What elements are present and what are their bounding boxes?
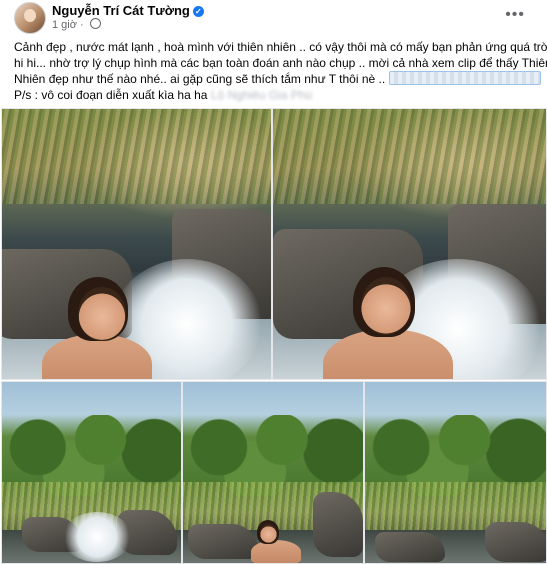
rock — [313, 492, 363, 557]
author-name-row: Nguyễn Trí Cát Tường ✓ — [52, 3, 204, 18]
globe-icon — [89, 18, 101, 29]
post-photo[interactable] — [364, 381, 547, 564]
blurred-link — [388, 71, 541, 85]
post-text-line: P/s : vô coi đoạn diễn xuất kìa ha ha Lộ… — [14, 87, 313, 102]
verified-badge-icon: ✓ — [192, 6, 204, 17]
person-face — [78, 287, 126, 341]
post-photo[interactable] — [272, 108, 547, 380]
person-face — [361, 277, 411, 335]
rock — [375, 532, 445, 562]
post-photo[interactable] — [1, 381, 182, 564]
post-text-line: Cảnh đẹp , nước mát lạnh , hoà mình với … — [14, 40, 547, 54]
post-header: Nguyễn Trí Cát Tường ✓ 1 giờ · ••• — [0, 0, 547, 36]
author-name[interactable]: Nguyễn Trí Cát Tường — [52, 3, 190, 18]
water-splash — [62, 512, 132, 562]
post-text-line: Nhiên đẹp như thế nào nhé.. ai gặp cũng … — [14, 71, 541, 88]
post-time[interactable]: 1 giờ — [52, 19, 77, 31]
rock — [485, 522, 546, 562]
post-meta: 1 giờ · — [52, 18, 101, 31]
person — [251, 540, 301, 563]
post-photo[interactable] — [1, 108, 272, 380]
person-face — [260, 524, 277, 543]
post-text-line: hi hi... nhờ trợ lý chụp hình mà các bạn… — [14, 55, 547, 70]
grass-background — [2, 109, 271, 204]
post-photo[interactable] — [182, 381, 364, 564]
author-avatar[interactable] — [14, 2, 46, 34]
grass-background — [273, 109, 546, 204]
post-text: Cảnh đẹp , nước mát lạnh , hoà mình với … — [14, 40, 547, 103]
more-options-icon[interactable]: ••• — [505, 6, 525, 24]
blurred-tag[interactable]: Lộ Nghiêu Gia Phú — [211, 88, 312, 102]
rock — [188, 524, 258, 559]
